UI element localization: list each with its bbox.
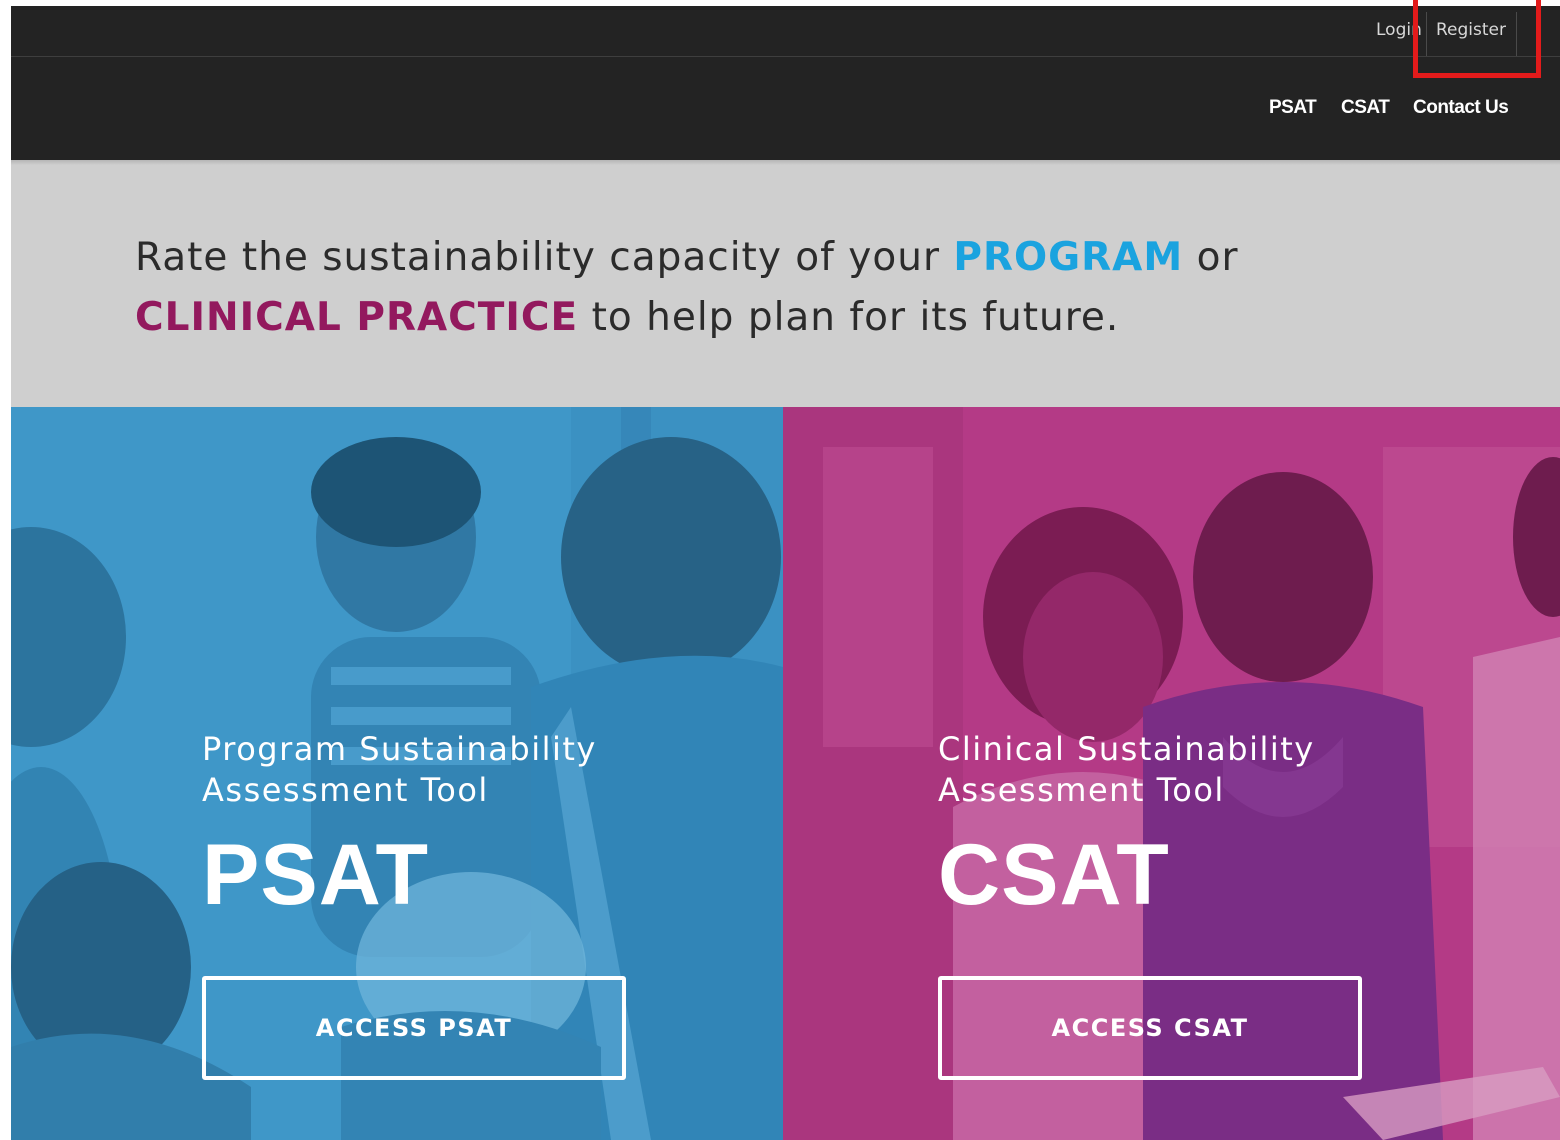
tagline-text: to help plan for its future. — [578, 295, 1120, 340]
psat-subtitle-line2: Assessment Tool — [202, 771, 489, 809]
psat-title: PSAT — [202, 827, 429, 923]
program-keyword: PROGRAM — [953, 235, 1184, 280]
tagline-text: or — [1183, 235, 1239, 280]
csat-subtitle-line2: Assessment Tool — [938, 771, 1225, 809]
csat-title: CSAT — [938, 827, 1170, 923]
utility-divider — [1516, 12, 1517, 56]
page: Login Register PSAT CSAT Contact Us Rate… — [11, 0, 1560, 1140]
psat-subtitle: Program Sustainability Assessment Tool — [202, 729, 597, 811]
nav-csat-link[interactable]: CSAT — [1341, 97, 1390, 119]
access-psat-button[interactable]: ACCESS PSAT — [202, 976, 626, 1080]
csat-panel: Clinical Sustainability Assessment Tool C… — [783, 407, 1560, 1140]
nav-psat-link[interactable]: PSAT — [1269, 97, 1317, 119]
register-link[interactable]: Register — [1436, 6, 1506, 56]
tagline-section: Rate the sustainability capacity of your… — [11, 160, 1560, 407]
csat-subtitle: Clinical Sustainability Assessment Tool — [938, 729, 1315, 811]
header-shadow — [11, 160, 1560, 165]
clinical-practice-keyword: CLINICAL PRACTICE — [135, 295, 579, 340]
access-csat-button[interactable]: ACCESS CSAT — [938, 976, 1362, 1080]
main-navigation: PSAT CSAT Contact Us — [11, 57, 1560, 160]
psat-panel: Program Sustainability Assessment Tool PS… — [11, 407, 783, 1140]
psat-subtitle-line1: Program Sustainability — [202, 730, 597, 768]
nav-contact-us-link[interactable]: Contact Us — [1413, 97, 1509, 119]
tagline-text: Rate the sustainability capacity of your — [135, 235, 954, 280]
csat-subtitle-line1: Clinical Sustainability — [938, 730, 1315, 768]
utility-bar: Login Register — [11, 6, 1560, 57]
login-link[interactable]: Login — [1376, 6, 1422, 56]
tagline: Rate the sustainability capacity of your… — [135, 228, 1435, 348]
utility-divider — [1426, 12, 1427, 56]
